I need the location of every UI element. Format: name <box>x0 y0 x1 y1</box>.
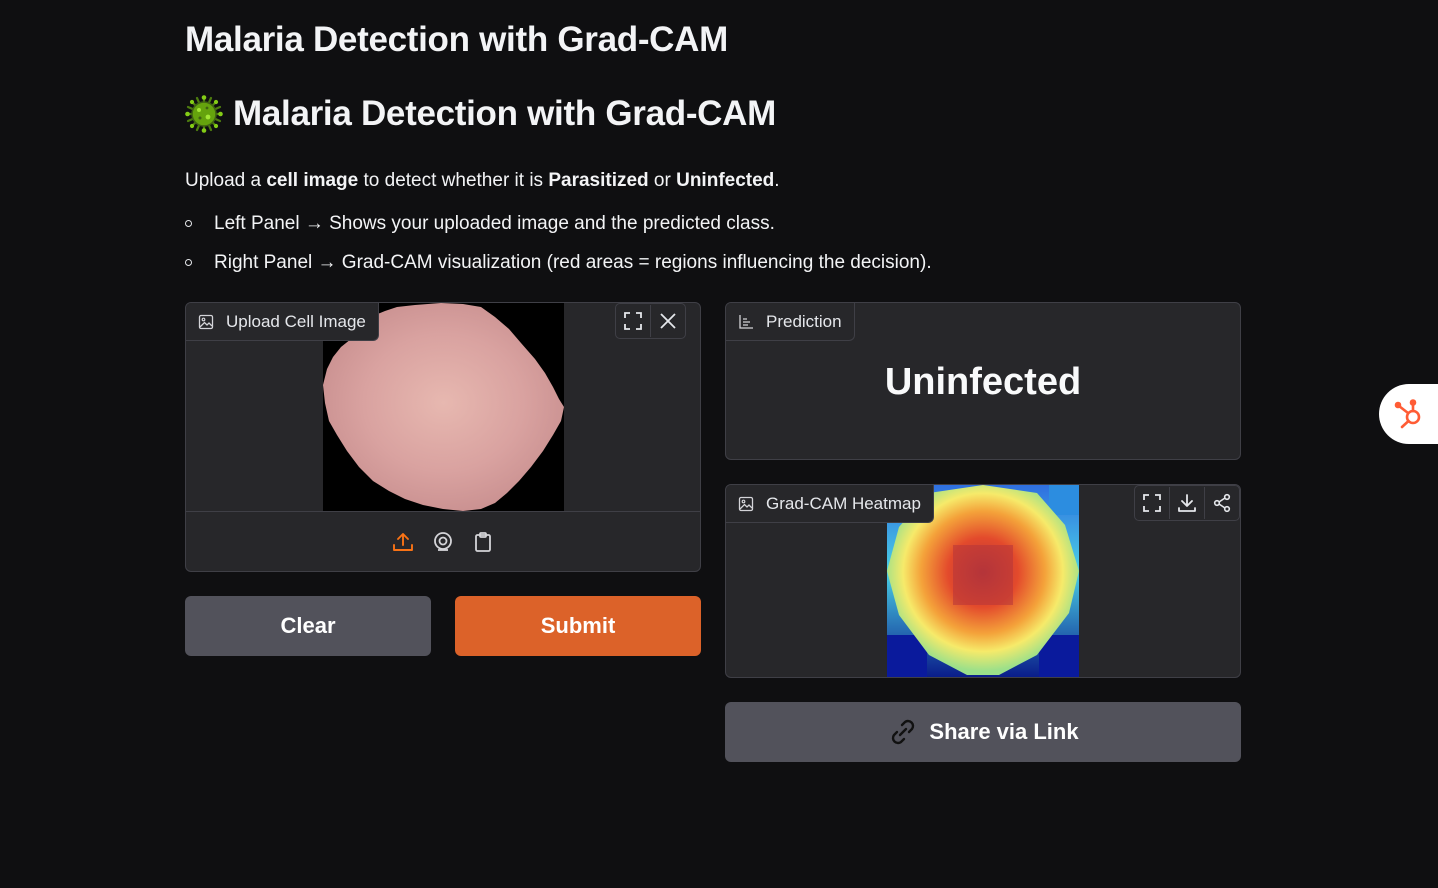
bar-chart-icon <box>739 314 753 329</box>
list-item: Left Panel → Shows your uploaded image a… <box>185 212 932 251</box>
prediction-panel: Prediction Uninfected <box>725 302 1241 460</box>
grad-cam-heatmap-panel: Grad-CAM Heatmap <box>725 484 1241 678</box>
close-icon[interactable] <box>650 305 685 337</box>
image-icon <box>198 314 214 329</box>
app-title: Malaria Detection with Grad-CAM <box>185 20 728 59</box>
hubspot-icon <box>1394 399 1421 429</box>
prediction-panel-label: Prediction <box>726 303 855 341</box>
instruction-list: Left Panel → Shows your uploaded image a… <box>185 212 932 290</box>
intro-text: Upload a cell image to detect whether it… <box>185 170 780 191</box>
clear-button[interactable]: Clear <box>185 596 431 656</box>
fullscreen-icon[interactable] <box>616 305 650 337</box>
upload-toolbar <box>615 303 686 339</box>
share-icon[interactable] <box>1204 487 1239 519</box>
submit-button[interactable]: Submit <box>455 596 701 656</box>
heatmap-panel-label: Grad-CAM Heatmap <box>726 485 934 523</box>
image-icon <box>738 496 754 511</box>
upload-panel-label: Upload Cell Image <box>186 303 379 341</box>
hero-title-text: Malaria Detection with Grad-CAM <box>233 94 776 133</box>
share-via-link-button[interactable]: Share via Link <box>725 702 1241 762</box>
image-source-bar <box>186 511 700 571</box>
hubspot-chat-launcher[interactable] <box>1379 384 1438 444</box>
upload-icon[interactable] <box>391 530 415 554</box>
clipboard-icon[interactable] <box>471 530 495 554</box>
webcam-icon[interactable] <box>431 530 455 554</box>
upload-cell-image-panel[interactable]: Upload Cell Image <box>185 302 701 572</box>
virus-emoji-icon <box>185 95 223 133</box>
list-item: Right Panel → Grad-CAM visualization (re… <box>185 251 932 290</box>
link-icon <box>892 719 915 745</box>
download-icon[interactable] <box>1169 487 1204 519</box>
prediction-value: Uninfected <box>884 361 1082 403</box>
heatmap-toolbar <box>1134 485 1240 521</box>
hero-title: Malaria Detection with Grad-CAM <box>185 94 776 134</box>
fullscreen-icon[interactable] <box>1135 487 1169 519</box>
